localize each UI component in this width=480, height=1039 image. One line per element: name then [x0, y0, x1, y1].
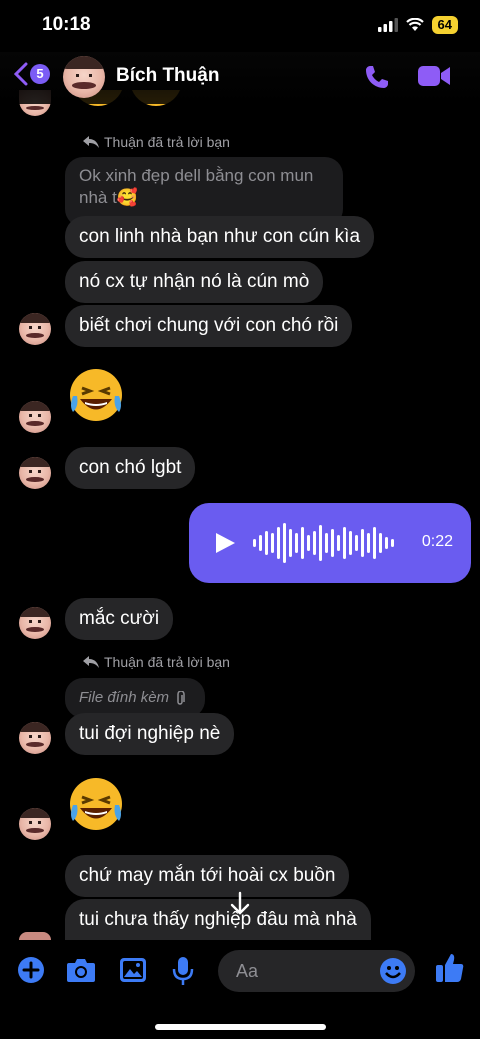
- conversation-header: 5 Bích Thuận: [0, 52, 480, 104]
- incoming-message[interactable]: biết chơi chung với con chó rồi: [65, 305, 353, 347]
- waveform-icon: [253, 523, 394, 563]
- voice-message[interactable]: 0:22: [189, 503, 471, 583]
- reply-arrow-icon: [83, 656, 99, 668]
- scroll-down-arrow-icon[interactable]: [223, 887, 257, 921]
- incoming-message[interactable]: mắc cười: [65, 598, 174, 640]
- reply-indicator: Thuận đã trả lời bạn: [83, 134, 230, 150]
- play-icon[interactable]: [214, 532, 236, 554]
- message-text: tui đợi nghiệp nè: [79, 723, 221, 744]
- incoming-message[interactable]: con chó lgbt: [65, 447, 196, 489]
- camera-icon[interactable]: [66, 956, 96, 984]
- quoted-line-1: Ok xinh đẹp dell bằng con mun: [79, 166, 314, 185]
- plus-icon[interactable]: [17, 956, 45, 984]
- quoted-attachment[interactable]: File đính kèm: [65, 678, 205, 718]
- reply-indicator: Thuận đã trả lời bạn: [83, 654, 230, 670]
- incoming-message[interactable]: nó cx tự nhận nó là cún mò: [65, 261, 324, 303]
- reply-label-text: Thuận đã trả lời bạn: [104, 654, 230, 670]
- quoted-attachment-text: File đính kèm: [79, 689, 170, 706]
- message-text: biết chơi chung với con chó rồi: [79, 315, 339, 336]
- incoming-message[interactable]: tui chưa thấy nghiệp đâu mà nhà: [65, 899, 371, 941]
- quoted-line-2: nhà t🥰: [79, 188, 138, 207]
- contact-avatar[interactable]: [19, 457, 51, 489]
- contact-avatar[interactable]: [19, 722, 51, 754]
- back-button[interactable]: 5: [14, 62, 50, 86]
- reply-arrow-icon: [83, 136, 99, 148]
- contact-avatar[interactable]: [19, 932, 51, 940]
- contact-avatar[interactable]: [19, 607, 51, 639]
- contact-avatar[interactable]: [19, 808, 51, 840]
- reply-label-text: Thuận đã trả lời bạn: [104, 134, 230, 150]
- phone-call-icon[interactable]: [364, 64, 390, 90]
- contact-avatar[interactable]: [63, 56, 105, 98]
- contact-name[interactable]: Bích Thuận: [116, 65, 219, 87]
- emoji-icon[interactable]: [379, 957, 407, 985]
- message-text: tui chưa thấy nghiệp đâu mà nhà: [79, 909, 357, 930]
- chevron-left-icon: [14, 62, 28, 86]
- incoming-message[interactable]: chứ may mắn tới hoài cx buồn: [65, 855, 350, 897]
- message-input-placeholder: Aa: [236, 961, 259, 981]
- contact-avatar[interactable]: [19, 313, 51, 345]
- thumbs-up-icon[interactable]: [435, 952, 465, 984]
- microphone-icon[interactable]: [172, 956, 194, 986]
- incoming-message[interactable]: con linh nhà bạn như con cún kìa: [65, 216, 375, 258]
- message-text: mắc cười: [79, 608, 160, 629]
- gallery-icon[interactable]: [119, 956, 147, 984]
- incoming-message[interactable]: tui đợi nghiệp nè: [65, 713, 235, 755]
- message-text: nó cx tự nhận nó là cún mò: [79, 271, 310, 292]
- message-list[interactable]: Thuận đã trả lời bạn Ok xinh đẹp dell bằ…: [0, 0, 480, 941]
- home-indicator[interactable]: [155, 1024, 326, 1030]
- paperclip-icon: [177, 690, 185, 705]
- message-input[interactable]: Aa: [218, 950, 415, 992]
- message-text: con chó lgbt: [79, 457, 182, 478]
- laughing-tears-emoji-icon[interactable]: [67, 366, 125, 424]
- video-call-icon[interactable]: [418, 64, 450, 88]
- message-text: chứ may mắn tới hoài cx buồn: [79, 865, 336, 886]
- voice-duration: 0:22: [421, 533, 453, 550]
- contact-avatar[interactable]: [19, 401, 51, 433]
- unread-count-badge: 5: [30, 64, 50, 84]
- message-text: con linh nhà bạn như con cún kìa: [79, 226, 361, 247]
- laughing-tears-emoji-icon[interactable]: [67, 775, 125, 833]
